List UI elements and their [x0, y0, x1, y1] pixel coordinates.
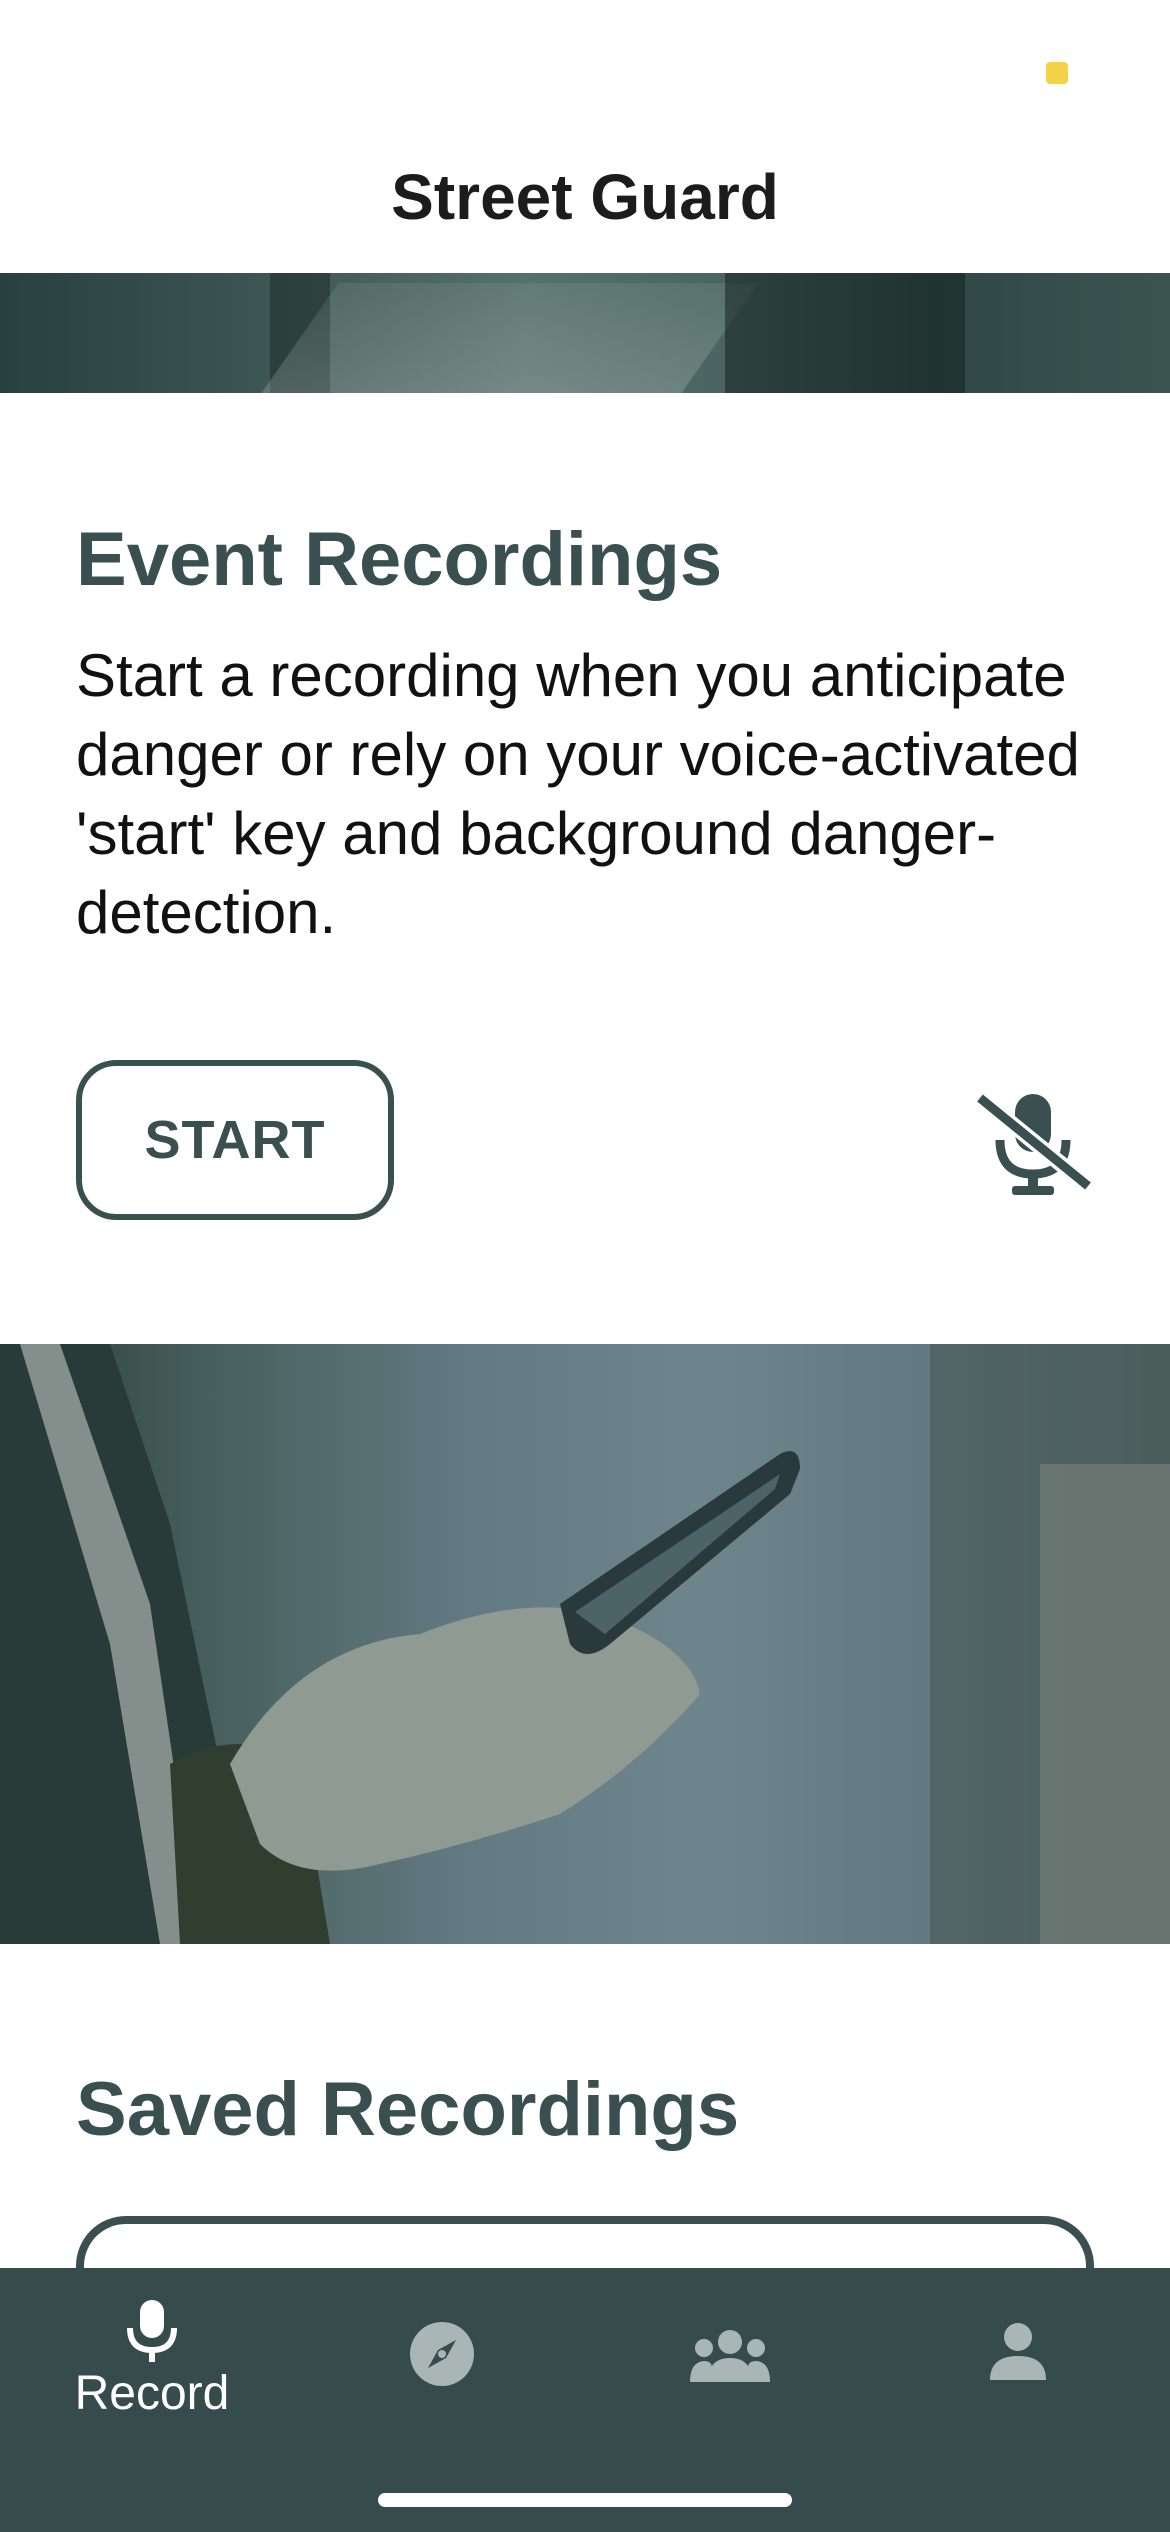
home-indicator — [378, 2493, 792, 2507]
nav-label-record: Record — [74, 2367, 230, 2420]
nav-item-record[interactable]: Record — [62, 2268, 242, 2468]
nav-item-explore[interactable] — [352, 2268, 532, 2468]
event-recordings-title: Event Recordings — [76, 517, 723, 602]
person-icon — [990, 2323, 1046, 2380]
street-banner-image — [0, 273, 1170, 393]
nav-item-community[interactable] — [640, 2268, 820, 2468]
mic-icon — [127, 2300, 177, 2362]
start-recording-button[interactable]: START — [76, 1060, 394, 1220]
mic-off-icon — [974, 1091, 1094, 1195]
app-title: Street Guard — [391, 161, 779, 233]
event-recordings-description: Start a recording when you anticipate da… — [76, 642, 1080, 946]
nav-item-profile[interactable] — [928, 2268, 1108, 2468]
compass-icon — [410, 2322, 474, 2386]
saved-recordings-title: Saved Recordings — [76, 2067, 740, 2152]
phone-in-hand-photo — [0, 1344, 1170, 1944]
group-icon — [690, 2330, 770, 2382]
mic-toggle-button[interactable] — [972, 1090, 1098, 1200]
status-indicator-dot — [1046, 62, 1068, 84]
